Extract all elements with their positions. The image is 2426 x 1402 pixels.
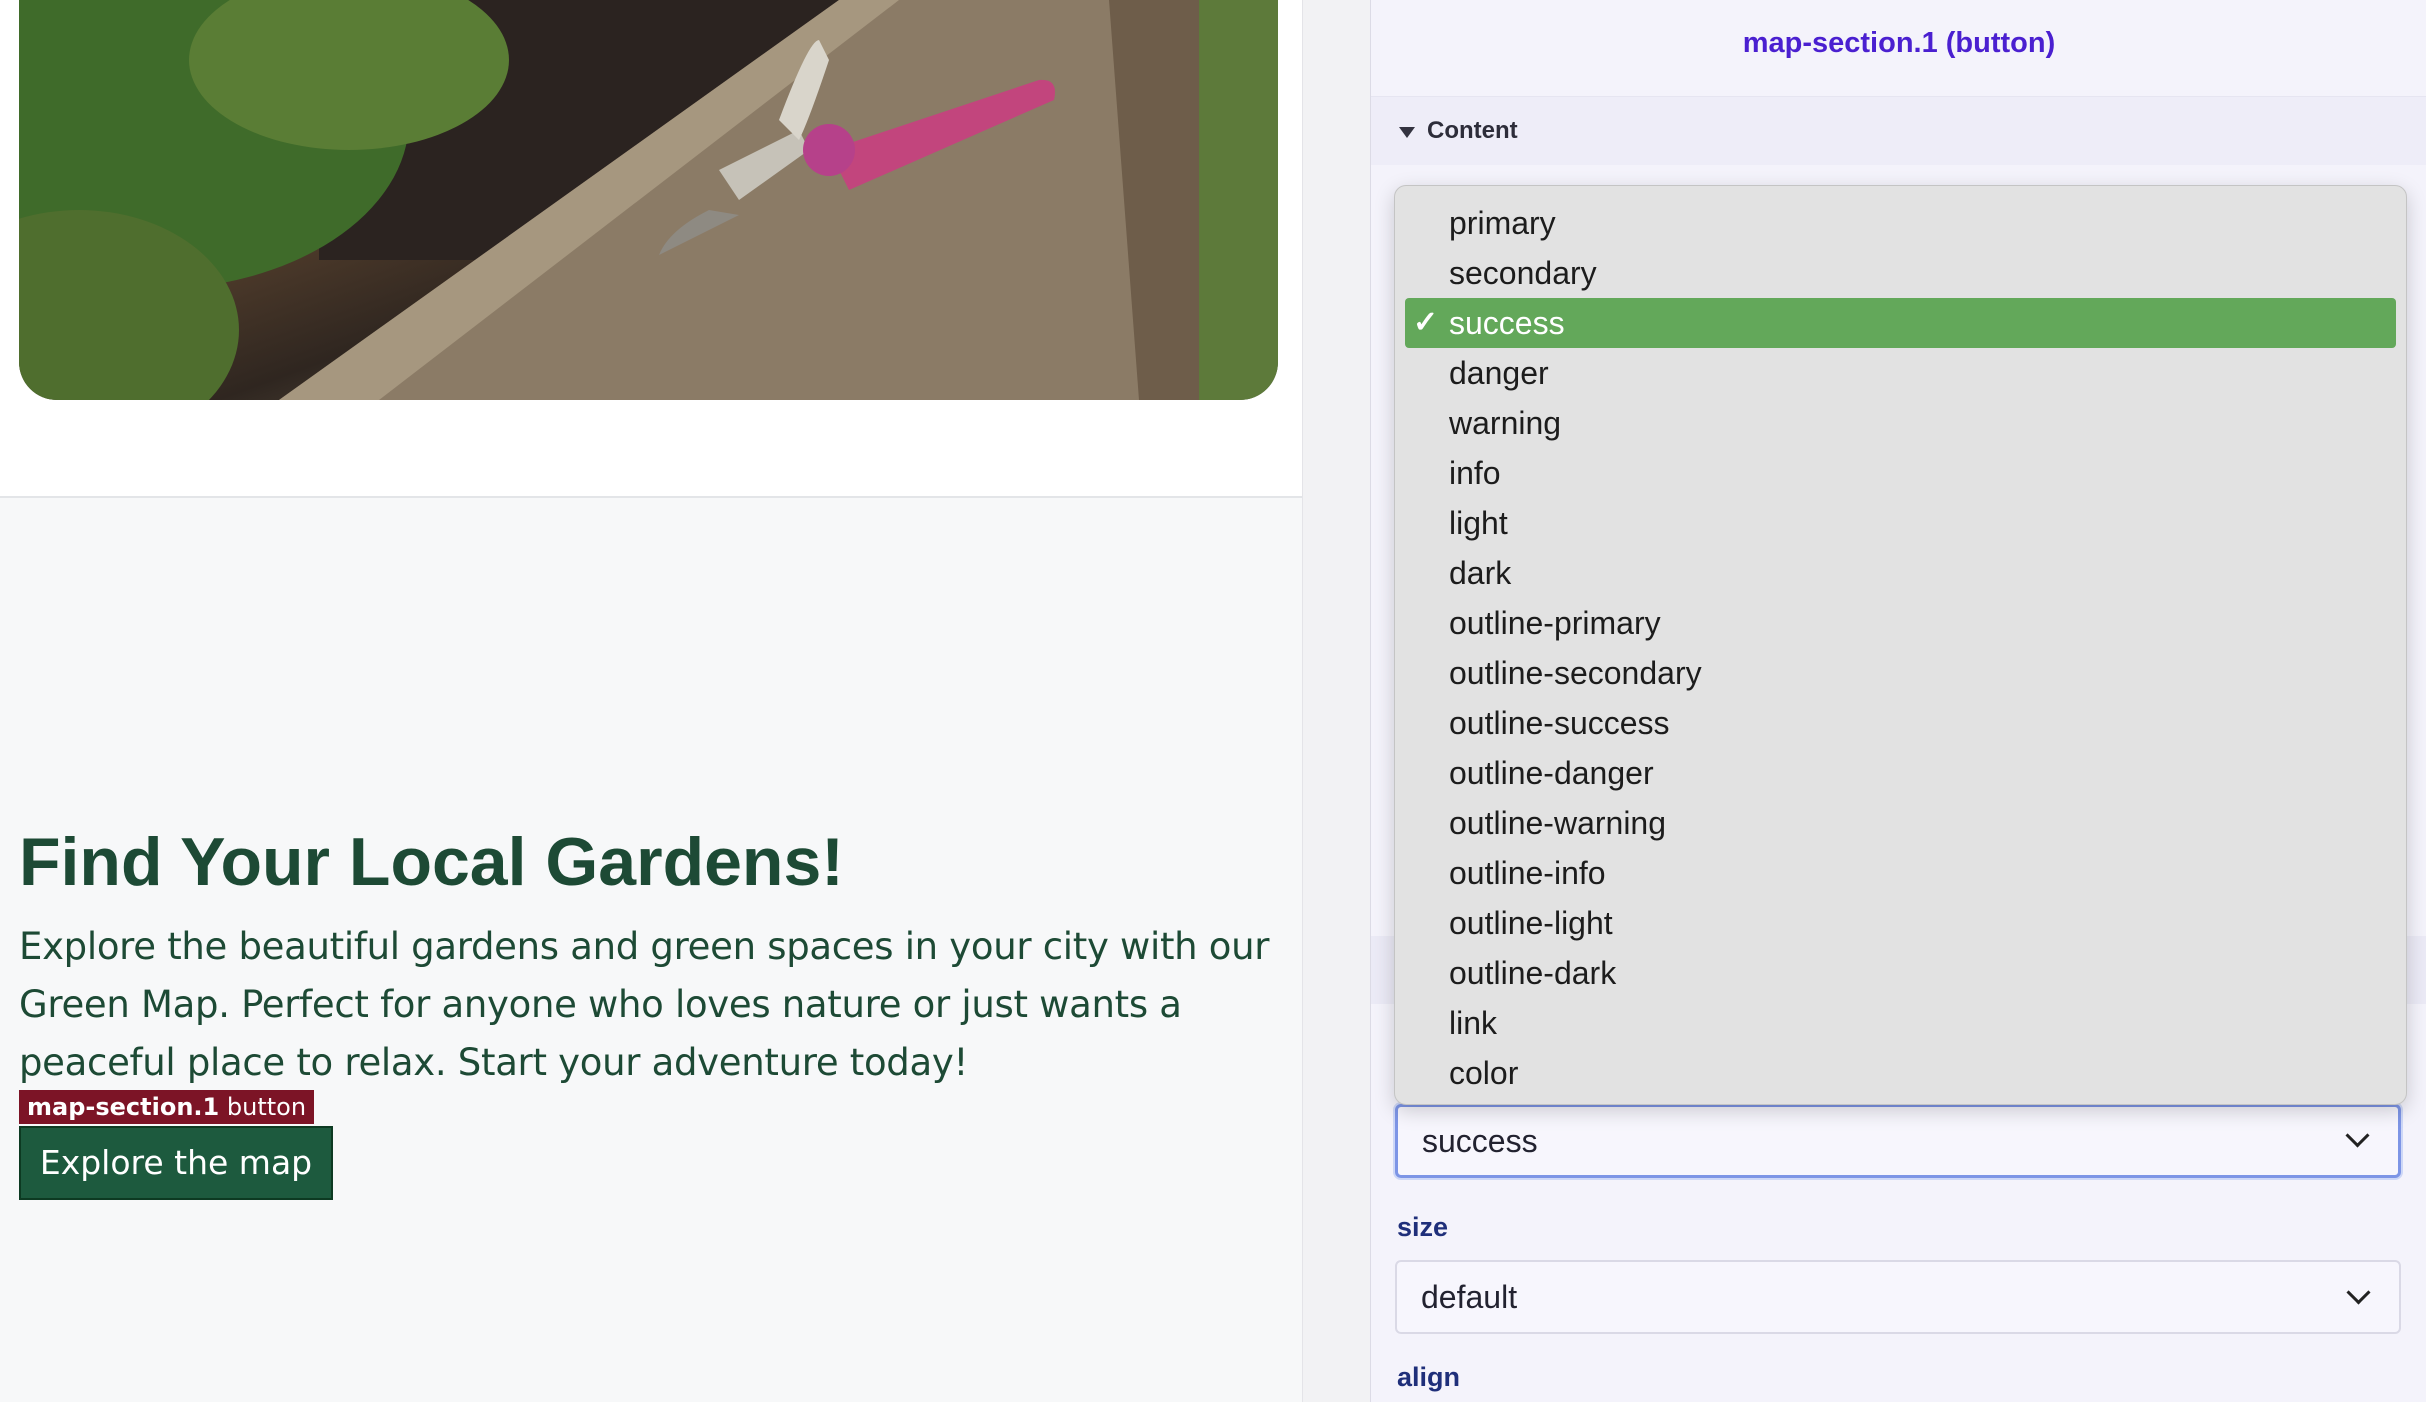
variant-option-outline-warning[interactable]: outline-warning	[1405, 798, 2396, 848]
variant-option-link[interactable]: link	[1405, 998, 2396, 1048]
variant-option-warning[interactable]: warning	[1405, 398, 2396, 448]
selected-element-type: button	[226, 1093, 307, 1121]
variant-option-outline-dark[interactable]: outline-dark	[1405, 948, 2396, 998]
variant-option-danger[interactable]: danger	[1405, 348, 2396, 398]
variant-option-light[interactable]: light	[1405, 498, 2396, 548]
align-label: align	[1397, 1362, 1461, 1392]
chevron-down-icon	[2345, 1123, 2370, 1148]
content-section-header[interactable]: Content	[1371, 97, 2426, 165]
variant-option-label: info	[1449, 455, 1501, 491]
checkmark-icon: ✓	[1413, 306, 1439, 339]
selected-element-id: map-section.1	[27, 1093, 220, 1121]
variant-option-label: outline-warning	[1449, 805, 1667, 841]
variant-option-dark[interactable]: dark	[1405, 548, 2396, 598]
variant-option-outline-secondary[interactable]: outline-secondary	[1405, 648, 2396, 698]
variant-option-outline-info[interactable]: outline-info	[1405, 848, 2396, 898]
variant-options-list: primary secondary ✓ success danger warning inf…	[1394, 185, 2407, 1105]
variant-option-label: outline-success	[1449, 705, 1670, 741]
page-preview: Find Your Local Gardens! Explore the bea…	[0, 0, 1302, 1402]
variant-option-label: light	[1449, 505, 1508, 541]
variant-option-outline-primary[interactable]: outline-primary	[1405, 598, 2396, 648]
variant-option-label: outline-dark	[1449, 955, 1617, 991]
variant-option-outline-light[interactable]: outline-light	[1405, 898, 2396, 948]
variant-option-label: primary	[1449, 205, 1556, 241]
garden-photo-illustration	[19, 0, 1278, 400]
garden-pruners-image	[19, 0, 1278, 400]
size-label: size	[1397, 1212, 1449, 1242]
variant-select[interactable]: success	[1395, 1104, 2401, 1178]
variant-option-success[interactable]: ✓ success	[1405, 298, 2396, 348]
panel-resize-gutter[interactable]	[1302, 0, 1371, 1402]
content-section-label: Content	[1427, 117, 1518, 144]
variant-option-outline-danger[interactable]: outline-danger	[1405, 748, 2396, 798]
variant-option-color[interactable]: color	[1405, 1048, 2396, 1098]
inspector-title: map-section.1 (button)	[1371, 0, 2426, 97]
variant-option-label: outline-info	[1449, 855, 1606, 891]
variant-option-label: danger	[1449, 355, 1549, 391]
selected-element-tag: map-section.1 button	[19, 1090, 315, 1124]
variant-option-label: color	[1449, 1055, 1519, 1091]
variant-option-label: outline-secondary	[1449, 655, 1702, 691]
explore-map-button[interactable]: Explore the map	[19, 1126, 333, 1200]
variant-option-label: outline-light	[1449, 905, 1613, 941]
size-select-value: default	[1421, 1279, 1518, 1315]
variant-option-info[interactable]: info	[1405, 448, 2396, 498]
variant-option-secondary[interactable]: secondary	[1405, 248, 2396, 298]
variant-select-value: success	[1422, 1123, 1538, 1159]
variant-option-label: warning	[1449, 405, 1562, 441]
chevron-down-icon	[2346, 1280, 2371, 1305]
variant-option-label: outline-danger	[1449, 755, 1654, 791]
caret-down-icon	[1399, 127, 1415, 138]
variant-option-label: success	[1449, 305, 1565, 341]
variant-option-label: link	[1449, 1005, 1498, 1041]
variant-option-label: dark	[1449, 555, 1512, 591]
variant-option-outline-success[interactable]: outline-success	[1405, 698, 2396, 748]
variant-option-primary[interactable]: primary	[1405, 198, 2396, 248]
section-description: Explore the beautiful gardens and green …	[19, 925, 1270, 1084]
variant-option-label: secondary	[1449, 255, 1597, 291]
variant-option-label: outline-primary	[1449, 605, 1661, 641]
size-select[interactable]: default	[1395, 1260, 2401, 1334]
section-headline: Find Your Local Gardens!	[19, 824, 844, 900]
